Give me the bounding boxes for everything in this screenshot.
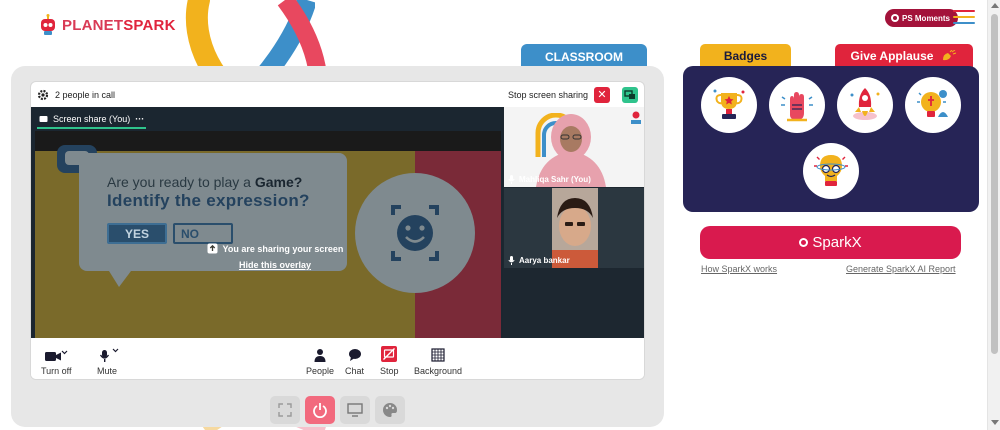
screen-share-tab-label: Screen share (You) — [53, 114, 131, 124]
ps-moments-label: PS Moments — [902, 13, 951, 23]
people-button[interactable]: People — [306, 346, 334, 376]
game-question: Are you ready to play a Game? — [107, 174, 303, 190]
stop-sharing-close-button[interactable]: ✕ — [594, 86, 610, 103]
mute-label: Mute — [96, 366, 117, 376]
game-prompt: Identify the expression? — [107, 191, 310, 210]
chat-button[interactable]: Chat — [345, 346, 364, 376]
trophy-badge-icon — [713, 89, 745, 119]
background-label: Background — [414, 366, 463, 376]
participant-name-teacher: Mahliqa Sahr (You) — [519, 175, 591, 184]
chat-label: Chat — [345, 366, 365, 376]
ps-moments-button[interactable]: PS Moments — [885, 9, 959, 27]
microphone-icon — [508, 175, 515, 184]
hide-overlay-link[interactable]: Hide this overlay — [195, 260, 355, 270]
microphone-icon — [508, 256, 515, 265]
generate-sparkx-report-link[interactable]: Generate SparkX AI Report — [846, 264, 956, 274]
logo-text: PLANETSPARK — [62, 16, 176, 34]
screen-share-tab[interactable]: Screen share (You) ··· — [37, 111, 147, 129]
power-icon — [313, 403, 327, 418]
chat-bubble-icon — [348, 346, 362, 362]
share-upload-icon — [207, 243, 218, 254]
sparkx-logo-icon — [799, 238, 809, 247]
microphone-icon — [94, 346, 120, 362]
mute-button[interactable]: Mute — [94, 346, 120, 376]
sparkx-button[interactable]: SparkX — [700, 226, 961, 259]
participant-label: Mahliqa Sahr (You) — [508, 175, 591, 184]
turn-off-label: Turn off — [41, 366, 72, 376]
game-yes-button: YES — [107, 223, 167, 244]
video-call-card: 2 people in call Stop screen sharing ✕ S… — [30, 81, 645, 380]
expression-circle — [355, 173, 475, 293]
video-area: Screen share (You) ··· Are you ready to … — [31, 107, 644, 338]
call-toolbar: Turn off Mute People Chat Stop Backgroun… — [31, 338, 644, 379]
switch-layout-button[interactable] — [622, 86, 638, 103]
how-sparkx-works-link[interactable]: How SparkX works — [701, 264, 777, 274]
badges-tab: Badges — [700, 44, 791, 74]
turn-off-camera-button[interactable]: Turn off — [41, 346, 72, 376]
scrollbar-thumb[interactable] — [991, 14, 998, 354]
raised-hand-badge-icon — [781, 92, 813, 122]
thinking-bulb-badge-icon — [814, 155, 848, 186]
badge-rocket[interactable] — [837, 77, 893, 133]
shared-screen-toolbar — [35, 131, 501, 151]
stop-sharing-button[interactable]: Stop — [380, 346, 399, 376]
class-logo-icon — [631, 111, 641, 124]
robot-mascot-icon — [41, 14, 55, 35]
participant-label: Aarya bankar — [508, 256, 570, 265]
sharing-overlay-text: You are sharing your screen — [195, 243, 355, 254]
background-grid-icon — [431, 346, 445, 362]
video-camera-icon — [43, 346, 69, 362]
badge-idea[interactable] — [905, 77, 961, 133]
give-applause-tab[interactable]: Give Applause — [835, 44, 973, 68]
smiley-face-icon — [391, 205, 439, 261]
stop-screen-share-icon — [381, 346, 398, 362]
palette-icon — [383, 403, 397, 417]
layout-switch-icon — [624, 89, 635, 99]
give-applause-label: Give Applause — [850, 49, 934, 63]
planetspark-logo[interactable]: PLANETSPARK — [38, 14, 176, 36]
background-button[interactable]: Background — [414, 346, 462, 376]
people-in-call-count: 2 people in call — [55, 89, 116, 100]
sharing-overlay: You are sharing your screen Hide this ov… — [195, 243, 355, 270]
call-header: 2 people in call Stop screen sharing ✕ — [31, 82, 644, 107]
lightbulb-person-badge-icon — [917, 90, 948, 117]
fullscreen-icon — [278, 403, 292, 417]
ps-moments-icon — [891, 14, 899, 22]
rocket-person-badge-icon — [850, 88, 880, 120]
participant-tile-teacher: Mahliqa Sahr (You) — [504, 107, 644, 187]
stop-screen-sharing-label: Stop screen sharing — [507, 89, 588, 100]
badge-trophy[interactable] — [701, 77, 757, 133]
page-scrollbar[interactable] — [987, 0, 1000, 430]
screen-share-icon — [39, 115, 48, 122]
sparkx-label: SparkX — [812, 234, 862, 251]
fullscreen-button[interactable] — [270, 396, 300, 424]
clapping-hands-icon — [943, 50, 957, 61]
monitor-icon — [347, 403, 363, 417]
people-label: People — [306, 366, 335, 376]
end-call-button[interactable] — [305, 396, 335, 424]
screen-button[interactable] — [340, 396, 370, 424]
participant-name-student: Aarya bankar — [519, 256, 570, 265]
menu-hamburger-icon[interactable] — [953, 10, 975, 26]
badge-hand[interactable] — [769, 77, 825, 133]
stop-label: Stop — [380, 366, 399, 376]
screen-share-tile: Screen share (You) ··· Are you ready to … — [31, 107, 503, 338]
badges-panel — [683, 66, 979, 212]
game-no-button: NO — [173, 223, 233, 244]
scroll-down-arrow-icon[interactable] — [991, 420, 999, 425]
participant-tile-student: Aarya bankar — [504, 188, 644, 268]
more-options-icon[interactable]: ··· — [135, 114, 144, 124]
badges-tab-label: Badges — [723, 49, 768, 63]
scroll-up-arrow-icon[interactable] — [991, 3, 999, 8]
classroom-tab-label: CLASSROOM — [545, 50, 623, 64]
people-icon — [313, 346, 327, 362]
badge-thinker[interactable] — [803, 143, 859, 199]
shared-screen-content: Are you ready to play a Game? Identify t… — [35, 131, 501, 338]
gear-icon[interactable] — [37, 89, 49, 101]
whiteboard-button[interactable] — [375, 396, 405, 424]
close-icon: ✕ — [597, 89, 607, 101]
